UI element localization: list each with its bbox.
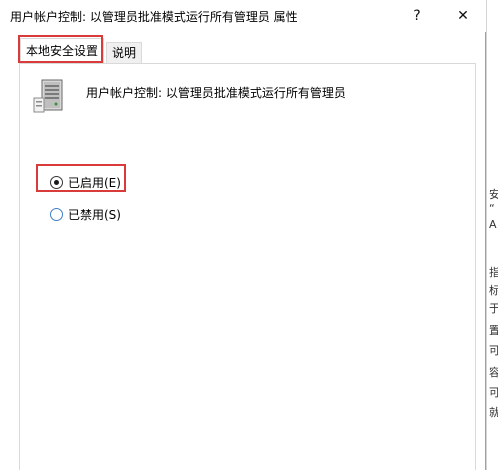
- properties-dialog: 用户帐户控制: 以管理员批准模式运行所有管理员 属性 ? ✕ 本地安全设置 说明: [0, 0, 486, 470]
- enabled-highlight-annotation: [36, 164, 126, 192]
- background-text-fragment: 标: [489, 282, 498, 298]
- background-text-fragment: 就: [489, 404, 498, 420]
- close-icon: ✕: [457, 8, 469, 24]
- question-mark-icon: ?: [413, 8, 421, 24]
- disabled-radio[interactable]: [50, 207, 63, 221]
- background-text-fragment: 指: [489, 264, 498, 280]
- background-text-fragment: 于: [489, 300, 498, 316]
- background-text-fragment: A: [489, 218, 497, 231]
- title-bar[interactable]: 用户帐户控制: 以管理员批准模式运行所有管理员 属性 ? ✕: [0, 0, 486, 32]
- background-text-fragment: 可: [489, 342, 498, 358]
- disabled-radio-option[interactable]: 已禁用(S): [50, 204, 121, 224]
- background-text-fragment: 置: [489, 322, 498, 338]
- window-title: 用户帐户控制: 以管理员批准模式运行所有管理员 属性: [10, 10, 298, 24]
- tab-explain[interactable]: 说明: [106, 42, 143, 63]
- background-text-fragment: 容: [489, 364, 498, 380]
- background-text-fragment: “: [489, 202, 495, 215]
- tab-highlight-annotation: [18, 35, 103, 63]
- background-text-fragment: 安: [489, 186, 498, 202]
- server-computer-icon: [33, 79, 63, 113]
- help-button[interactable]: ?: [394, 0, 440, 32]
- policy-title: 用户帐户控制: 以管理员批准模式运行所有管理员: [86, 86, 346, 100]
- screen: 安 “ A 指 标 于 置 可 容 可 就 用户帐户控制: 以管理员批准模式运行…: [0, 0, 498, 470]
- background-text-fragment: 可: [489, 384, 498, 400]
- disabled-radio-label[interactable]: 已禁用(S): [68, 206, 121, 223]
- tab-panel: [19, 63, 476, 470]
- close-button[interactable]: ✕: [440, 0, 486, 32]
- background-window-right-edge: 安 “ A 指 标 于 置 可 容 可 就: [486, 0, 498, 470]
